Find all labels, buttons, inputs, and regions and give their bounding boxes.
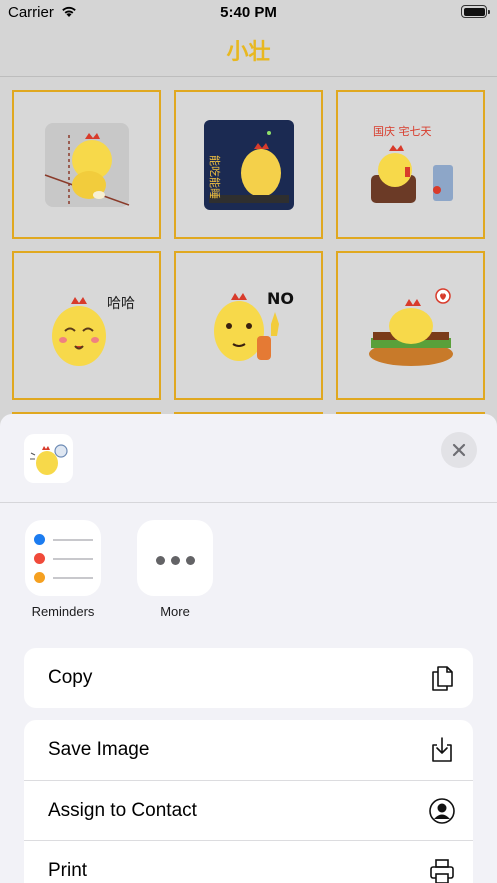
sticker-cell[interactable]: 能吃能睡	[174, 90, 323, 239]
more-icon	[137, 520, 213, 596]
assign-contact-action[interactable]: Assign to Contact	[24, 780, 473, 840]
sticker-cell[interactable]: 国庆 宅七天	[336, 90, 485, 239]
printer-icon	[430, 859, 454, 883]
share-sheet-header	[0, 414, 497, 502]
clock: 5:40 PM	[220, 4, 277, 21]
actions-group: Save Image Assign to Contact Print	[24, 720, 473, 883]
sticker-cell[interactable]: 哈哈	[12, 251, 161, 400]
sticker-burger-image	[368, 287, 453, 366]
copy-action-label: Copy	[48, 667, 93, 688]
share-app-label: Reminders	[31, 604, 95, 619]
sticker-thumbnail-image	[29, 443, 68, 475]
sticker-caption: 国庆 宅七天	[373, 124, 432, 138]
sticker-night-sleep-image: 能吃能睡	[203, 119, 294, 210]
sheet-divider	[0, 502, 497, 503]
page-title: 小壮	[226, 40, 271, 65]
close-icon	[452, 443, 466, 457]
close-button[interactable]	[441, 432, 477, 468]
sticker-cell[interactable]	[336, 251, 485, 400]
save-image-action[interactable]: Save Image	[24, 720, 473, 780]
sticker-caption: 哈哈	[107, 296, 135, 312]
share-app-reminders[interactable]: Reminders	[18, 520, 108, 619]
print-action[interactable]: Print	[24, 840, 473, 883]
share-sheet: Reminders More Copy Save Image Assign to…	[0, 414, 497, 883]
sticker-wall-peek-image	[44, 122, 129, 207]
assign-contact-label: Assign to Contact	[48, 799, 197, 821]
reminders-icon	[25, 520, 101, 596]
contact-icon	[429, 798, 455, 824]
primary-actions-group: Copy	[24, 648, 473, 708]
sticker-cell[interactable]	[12, 90, 161, 239]
save-image-label: Save Image	[48, 739, 150, 760]
nav-divider	[0, 76, 497, 77]
share-app-more[interactable]: More	[130, 520, 220, 619]
sticker-no-image: NO	[213, 289, 294, 361]
sticker-caption: 能吃能睡	[208, 155, 222, 199]
sticker-caption: NO	[267, 289, 294, 308]
sticker-laugh-image: 哈哈	[51, 296, 135, 366]
sticker-cell[interactable]: NO	[174, 251, 323, 400]
share-apps-row: Reminders More	[0, 520, 497, 630]
sticker-holiday-tv-image: 国庆 宅七天	[370, 124, 453, 203]
print-label: Print	[48, 859, 88, 881]
status-bar: Carrier 5:40 PM	[0, 0, 497, 28]
copy-action[interactable]: Copy	[24, 648, 473, 708]
copy-icon	[432, 666, 453, 691]
battery-icon	[461, 5, 490, 18]
shared-item-thumbnail	[24, 434, 73, 483]
save-image-icon	[432, 737, 452, 762]
share-app-label: More	[160, 604, 190, 619]
